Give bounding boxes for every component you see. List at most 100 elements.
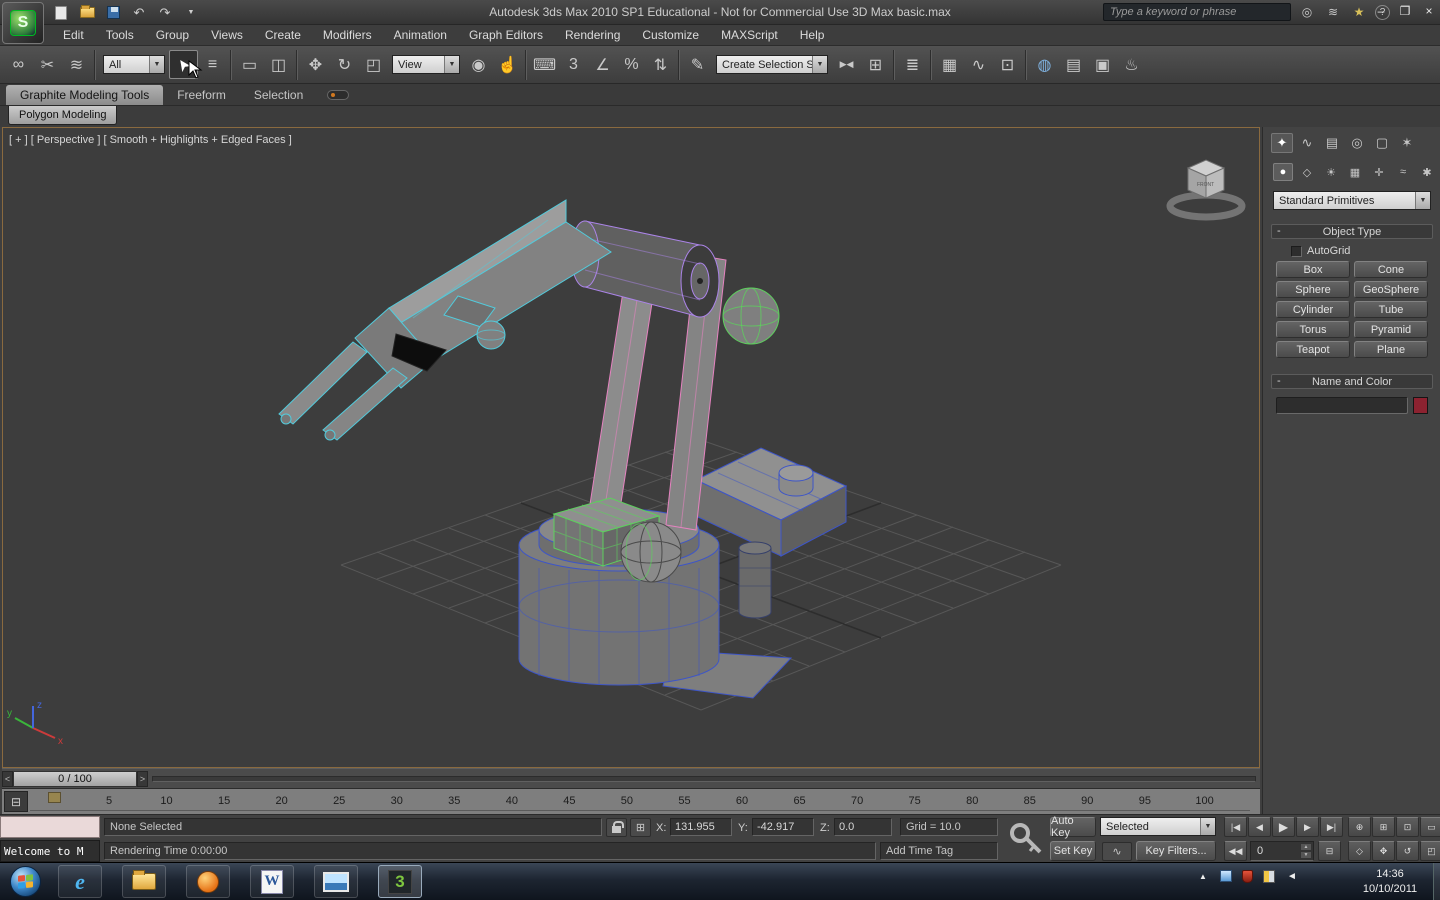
undo-icon[interactable]: ↶ (128, 3, 150, 22)
menu-animation[interactable]: Animation (383, 26, 458, 44)
quick-access-dropdown-icon[interactable]: ▼ (180, 3, 202, 22)
play-animation-icon[interactable]: ▶ (1272, 817, 1295, 837)
object-color-swatch[interactable] (1413, 397, 1428, 414)
ribbon-options-icon[interactable] (327, 90, 350, 100)
maxscript-listener[interactable]: Welcome to M (0, 840, 100, 862)
motion-tab-icon[interactable]: ◎ (1346, 133, 1368, 153)
previous-frame-arrow[interactable]: < (2, 770, 13, 787)
close-button[interactable]: × (1422, 4, 1436, 18)
menu-views[interactable]: Views (200, 26, 254, 44)
tab-graphite-modeling-tools[interactable]: Graphite Modeling Tools (6, 85, 164, 105)
render-production-icon[interactable]: ♨ (1117, 50, 1146, 79)
orbit-icon[interactable]: ↺ (1396, 841, 1419, 861)
start-button[interactable] (10, 866, 41, 897)
windows-explorer-button[interactable] (122, 865, 166, 898)
lights-category-icon[interactable]: ☀ (1321, 163, 1341, 181)
search-binoculars-icon[interactable]: ◎ (1297, 3, 1317, 21)
bind-to-space-warp-icon[interactable]: ≋ (62, 50, 91, 79)
render-setup-icon[interactable]: ▤ (1059, 50, 1088, 79)
object-name-field[interactable] (1276, 397, 1408, 414)
minimize-button[interactable]: – (1374, 4, 1388, 18)
systems-category-icon[interactable]: ✱ (1417, 163, 1437, 181)
maximize-button[interactable]: ❐ (1398, 4, 1412, 18)
favorites-star-icon[interactable]: ★ (1349, 3, 1369, 21)
y-coordinate-field[interactable] (752, 818, 814, 836)
volume-icon[interactable]: ◄ (1285, 869, 1299, 883)
mirror-icon[interactable]: ▶◀ (832, 50, 861, 79)
percent-snap-icon[interactable]: % (617, 50, 646, 79)
selection-lock-icon[interactable] (606, 818, 627, 837)
graphite-modeling-ribbon-icon[interactable]: ▦ (935, 50, 964, 79)
previous-frame-icon[interactable]: ◀ (1248, 817, 1271, 837)
menu-group[interactable]: Group (145, 26, 200, 44)
cone-button[interactable]: Cone (1354, 261, 1428, 278)
open-file-icon[interactable] (76, 3, 98, 22)
key-mode-dropdown[interactable]: Selected ▼ (1100, 817, 1216, 836)
cylinder-button[interactable]: Cylinder (1276, 301, 1350, 318)
plane-button[interactable]: Plane (1354, 341, 1428, 358)
tab-freeform[interactable]: Freeform (163, 85, 240, 105)
pan-view-icon[interactable]: ✥ (1372, 841, 1395, 861)
display-tab-icon[interactable]: ▢ (1371, 133, 1393, 153)
zoom-region-icon[interactable]: ▭ (1420, 817, 1440, 837)
internet-explorer-button[interactable]: e (58, 865, 102, 898)
menu-tools[interactable]: Tools (95, 26, 145, 44)
utilities-tab-icon[interactable]: ✶ (1396, 133, 1418, 153)
modify-tab-icon[interactable]: ∿ (1296, 133, 1318, 153)
geosphere-button[interactable]: GeoSphere (1354, 281, 1428, 298)
menu-rendering[interactable]: Rendering (554, 26, 631, 44)
new-file-icon[interactable] (50, 3, 72, 22)
window-crossing-toggle-icon[interactable]: ◫ (264, 50, 293, 79)
show-desktop-button[interactable] (1433, 863, 1440, 900)
align-icon[interactable]: ⊞ (861, 50, 890, 79)
name-color-rollout-header[interactable]: - Name and Color (1271, 374, 1433, 389)
field-of-view-icon[interactable]: ◇ (1348, 841, 1371, 861)
object-type-rollout-header[interactable]: - Object Type (1271, 224, 1433, 239)
x-coordinate-field[interactable] (670, 818, 732, 836)
tube-button[interactable]: Tube (1354, 301, 1428, 318)
taskbar-clock[interactable]: 14:36 10/10/2011 (1352, 867, 1428, 897)
track-bar[interactable]: ⊟ 5 10 15 20 25 30 35 40 45 50 55 60 65 70 75 80… (2, 788, 1260, 814)
select-and-rotate-icon[interactable]: ↻ (330, 50, 359, 79)
view-cube[interactable]: FRONT (1166, 159, 1246, 221)
tab-polygon-modeling[interactable]: Polygon Modeling (8, 106, 118, 125)
teapot-button[interactable]: Teapot (1276, 341, 1350, 358)
menu-maxscript[interactable]: MAXScript (710, 26, 789, 44)
selection-filter-dropdown[interactable]: All ▼ (103, 55, 165, 74)
material-editor-icon[interactable]: ◍ (1030, 50, 1059, 79)
menu-modifiers[interactable]: Modifiers (312, 26, 383, 44)
geometry-type-dropdown[interactable]: Standard Primitives ▼ (1273, 191, 1431, 210)
add-time-tag[interactable]: Add Time Tag (880, 842, 998, 860)
go-to-end-icon[interactable]: ▶| (1320, 817, 1343, 837)
z-coordinate-field[interactable] (834, 818, 892, 836)
spinner-snap-icon[interactable]: ⇅ (646, 50, 675, 79)
spinner-down-icon[interactable]: ▼ (1300, 851, 1312, 859)
select-and-scale-icon[interactable]: ◰ (359, 50, 388, 79)
search-input[interactable] (1103, 3, 1291, 21)
time-slider-handle[interactable]: 0 / 100 (13, 770, 137, 787)
save-file-icon[interactable] (102, 3, 124, 22)
zoom-icon[interactable]: ⊕ (1348, 817, 1371, 837)
autogrid-checkbox[interactable] (1291, 245, 1302, 257)
media-player-button[interactable] (186, 865, 230, 898)
rectangular-selection-region-icon[interactable]: ▭ (235, 50, 264, 79)
select-and-manipulate-icon[interactable]: ☝ (493, 50, 522, 79)
torus-button[interactable]: Torus (1276, 321, 1350, 338)
word-button[interactable]: W (250, 865, 294, 898)
time-configuration-icon[interactable]: ⊟ (1318, 841, 1341, 861)
tab-selection[interactable]: Selection (240, 85, 317, 105)
use-pivot-point-center-icon[interactable]: ◉ (464, 50, 493, 79)
set-key-button[interactable]: Set Key (1050, 841, 1096, 861)
menu-customize[interactable]: Customize (631, 26, 710, 44)
unlink-selection-icon[interactable]: ✂ (33, 50, 62, 79)
menu-help[interactable]: Help (789, 26, 836, 44)
rendered-frame-window-icon[interactable]: ▣ (1088, 50, 1117, 79)
schematic-view-icon[interactable]: ⊡ (993, 50, 1022, 79)
cameras-category-icon[interactable]: ▦ (1345, 163, 1365, 181)
box-button[interactable]: Box (1276, 261, 1350, 278)
menu-create[interactable]: Create (254, 26, 312, 44)
keyboard-shortcut-override-icon[interactable]: ⌨ (530, 50, 559, 79)
curve-editor-icon[interactable]: ∿ (964, 50, 993, 79)
create-tab-icon[interactable]: ✦ (1271, 133, 1293, 153)
maximize-viewport-icon[interactable]: ◰ (1420, 841, 1440, 861)
